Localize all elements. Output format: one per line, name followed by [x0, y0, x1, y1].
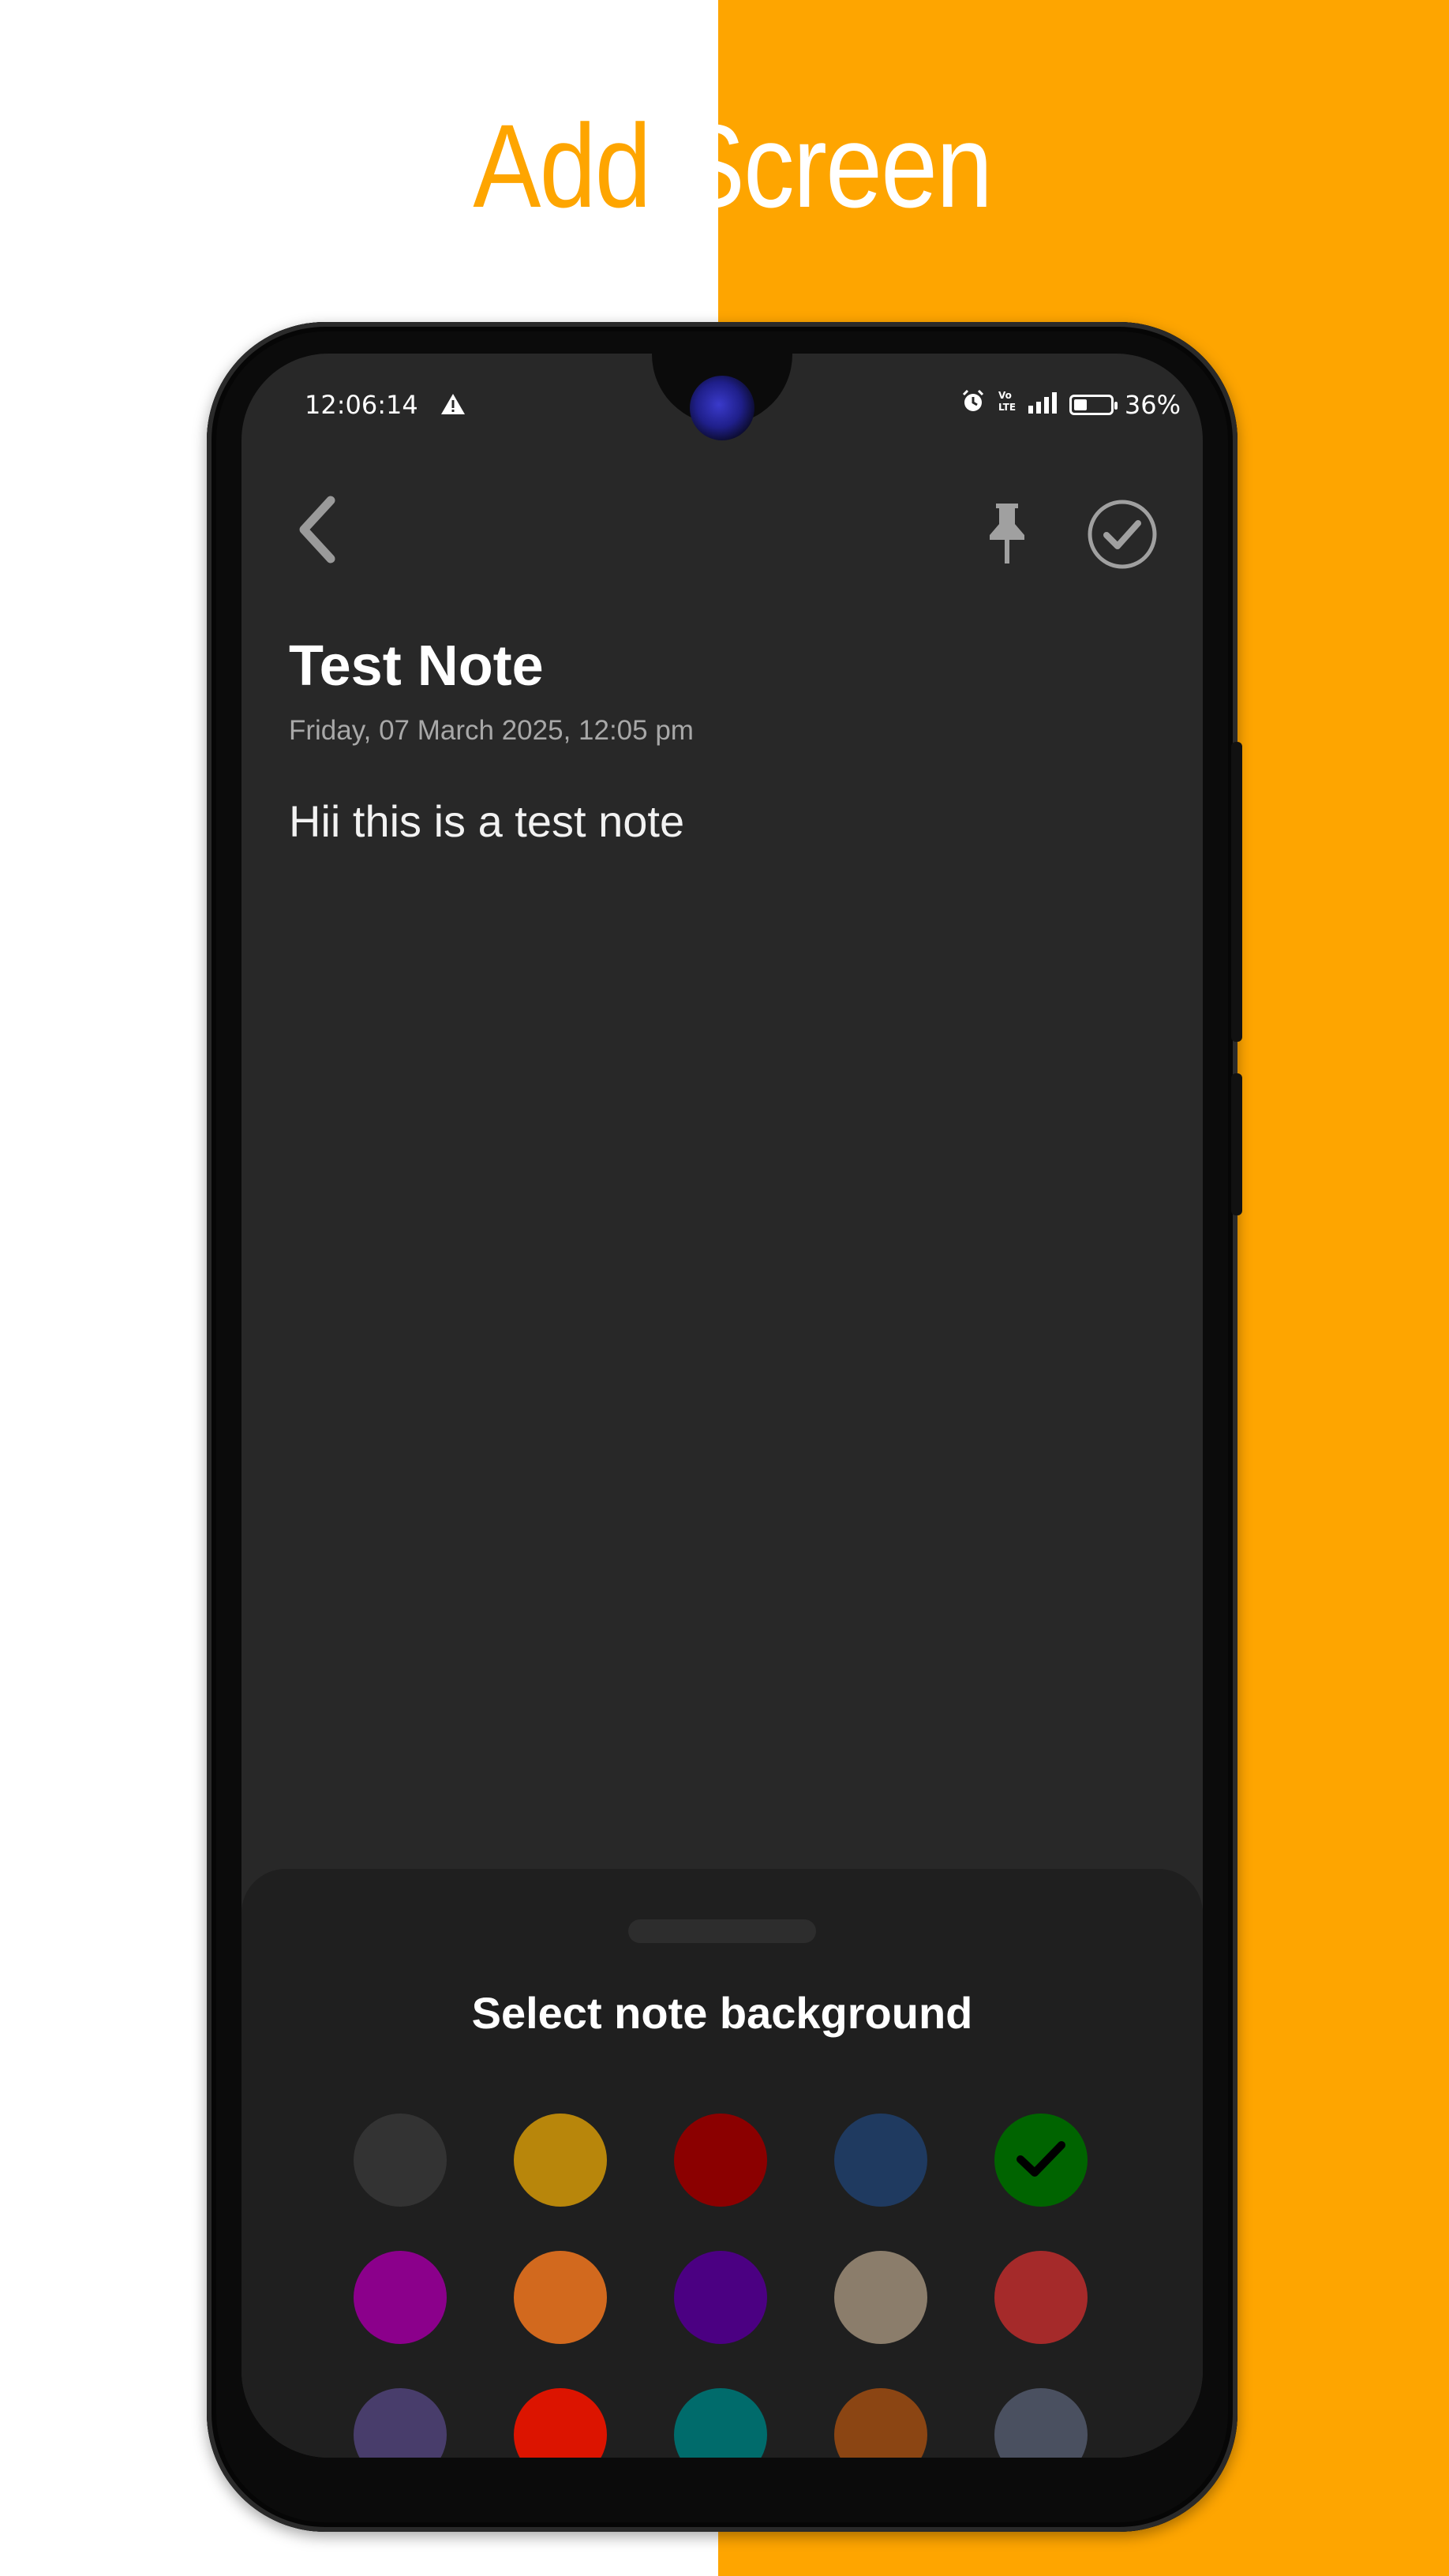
- back-button[interactable]: [281, 488, 352, 575]
- save-note-button[interactable]: [1078, 492, 1166, 580]
- headline-word-add: Add: [473, 99, 651, 232]
- color-swatch[interactable]: [834, 2388, 927, 2458]
- status-bar-left: 12:06:14: [305, 385, 466, 425]
- color-swatch[interactable]: [994, 2251, 1088, 2344]
- color-swatch[interactable]: [994, 2114, 1088, 2207]
- note-date: Friday, 07 March 2025, 12:05 pm: [289, 715, 694, 746]
- svg-text:LTE: LTE: [998, 402, 1016, 413]
- color-swatch[interactable]: [674, 2114, 767, 2207]
- status-bar-right: Vo LTE 36%: [960, 385, 1181, 425]
- alarm-icon: [960, 385, 986, 425]
- battery-percent: 36%: [1124, 390, 1181, 420]
- color-swatch[interactable]: [994, 2388, 1088, 2458]
- warning-icon: [440, 387, 466, 426]
- color-swatch[interactable]: [674, 2388, 767, 2458]
- color-swatch[interactable]: [674, 2251, 767, 2344]
- headline-word-screen: Screen: [676, 99, 993, 232]
- sheet-drag-handle[interactable]: [628, 1919, 816, 1943]
- battery-level-fill: [1073, 399, 1087, 410]
- front-camera: [690, 376, 754, 440]
- battery-icon: [1069, 395, 1118, 415]
- svg-text:Vo: Vo: [998, 390, 1012, 401]
- note-body[interactable]: Hii this is a test note: [289, 796, 684, 847]
- phone-side-button-power: [1231, 742, 1242, 1042]
- chevron-left-icon: [293, 494, 340, 568]
- volte-icon: Vo LTE: [997, 385, 1016, 425]
- color-swatch[interactable]: [834, 2251, 927, 2344]
- pin-button[interactable]: [968, 496, 1046, 575]
- promo-headline: Add Screen: [109, 95, 1355, 237]
- color-swatch[interactable]: [354, 2114, 447, 2207]
- color-swatch[interactable]: [514, 2114, 607, 2207]
- color-swatch[interactable]: [514, 2388, 607, 2458]
- color-swatch[interactable]: [514, 2251, 607, 2344]
- color-swatch[interactable]: [354, 2251, 447, 2344]
- color-picker-sheet: Select note background: [242, 1869, 1203, 2458]
- pin-icon: [985, 500, 1029, 570]
- check-circle-icon: [1086, 498, 1159, 574]
- note-title[interactable]: Test Note: [289, 634, 544, 698]
- sheet-title: Select note background: [471, 1988, 973, 2038]
- phone-screen: 12:06:14 Vo LTE 36% Test Note Friday, 07…: [242, 354, 1203, 2458]
- color-swatch[interactable]: [354, 2388, 447, 2458]
- status-time: 12:06:14: [305, 390, 418, 420]
- phone-side-button-volume: [1231, 1073, 1242, 1215]
- checkmark-icon: [1016, 2139, 1066, 2181]
- color-swatch[interactable]: [834, 2114, 927, 2207]
- signal-icon: [1027, 385, 1058, 425]
